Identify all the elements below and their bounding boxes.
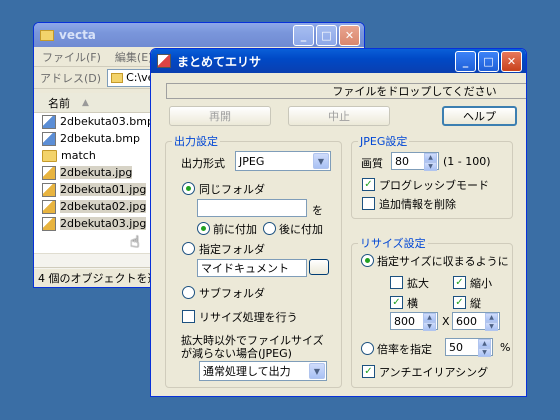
enlarge-label: 拡大 <box>407 277 429 290</box>
sort-arrow-icon: ▲ <box>82 97 89 108</box>
jpg-file-icon <box>42 199 56 214</box>
list-item[interactable]: 2dbekuta.jpg <box>34 164 154 181</box>
height-checkbox[interactable]: ✓ <box>453 296 466 309</box>
suffix-input[interactable] <box>197 199 307 217</box>
height-spinner[interactable]: ▲ ▼ <box>485 313 498 331</box>
width-checkbox[interactable]: ✓ <box>390 296 403 309</box>
explorer-titlebar[interactable]: vecta _ □ ✕ <box>34 23 364 47</box>
resize-process-checkbox[interactable] <box>182 310 195 323</box>
list-item[interactable]: 2dbekuta02.jpg <box>34 198 154 215</box>
scale-spinner[interactable]: ▲ ▼ <box>478 339 491 357</box>
list-item[interactable]: 2dbekuta.bmp <box>34 130 154 147</box>
chevron-down-icon: ▼ <box>313 153 329 169</box>
antialias-label: アンチエイリアシング <box>379 366 489 379</box>
same-folder-radio[interactable] <box>182 182 195 195</box>
list-item[interactable]: 2dbekuta03.jpg <box>34 215 154 232</box>
subfolder-label: サブフォルダ <box>199 287 265 300</box>
column-header-name[interactable]: 名前 ▲ <box>34 93 154 113</box>
list-item[interactable]: 2dbekuta01.jpg <box>34 181 154 198</box>
browse-button[interactable] <box>309 259 329 275</box>
fit-size-label: 指定サイズに収まるように <box>377 255 509 268</box>
progressive-label: プログレッシブモード <box>379 179 489 192</box>
format-label: 出力形式 <box>181 157 225 170</box>
resize-settings-legend: リサイズ設定 <box>360 237 426 250</box>
bmp-file-icon <box>42 114 56 129</box>
menu-file[interactable]: ファイル(F) <box>42 49 101 65</box>
hand-cursor-icon: ☝ <box>130 232 140 251</box>
folder-icon <box>42 149 57 162</box>
folder-icon <box>40 29 54 41</box>
jpeg-settings-legend: JPEG設定 <box>360 135 408 148</box>
scale-label: 倍率を指定 <box>377 343 432 356</box>
quality-range: (1 - 100) <box>443 155 491 168</box>
specified-folder-radio[interactable] <box>182 242 195 255</box>
quality-label: 画質 <box>361 157 383 170</box>
close-button[interactable]: ✕ <box>339 25 360 46</box>
menu-edit[interactable]: 編集(E) <box>115 49 153 65</box>
jpg-file-icon <box>42 182 56 197</box>
explorer-title: vecta <box>59 28 96 42</box>
fit-size-radio[interactable] <box>361 254 374 267</box>
format-select[interactable]: JPEG ▼ <box>235 151 331 171</box>
width-label: 横 <box>407 297 418 310</box>
maximize-button[interactable]: □ <box>478 51 499 72</box>
shrink-checkbox[interactable]: ✓ <box>453 276 466 289</box>
list-item[interactable]: match <box>34 147 154 164</box>
width-spinner[interactable]: ▲ ▼ <box>423 313 436 331</box>
suffix-label: を <box>312 204 323 217</box>
height-label: 縦 <box>470 297 481 310</box>
remove-info-label: 追加情報を削除 <box>379 198 456 211</box>
note-line2: が減らない場合(JPEG) <box>181 347 292 360</box>
close-button[interactable]: ✕ <box>501 51 522 72</box>
maximize-button[interactable]: □ <box>316 25 337 46</box>
same-folder-label: 同じフォルダ <box>199 183 265 196</box>
app-icon <box>157 54 171 68</box>
progressive-checkbox[interactable]: ✓ <box>362 178 375 191</box>
jpg-file-icon <box>42 165 56 180</box>
minimize-button[interactable]: _ <box>293 25 314 46</box>
folder-icon <box>111 72 124 83</box>
postfix-radio[interactable] <box>263 222 276 235</box>
width-input[interactable]: 800 ▲ ▼ <box>390 312 438 331</box>
resize-process-label: リサイズ処理を行う <box>199 311 298 324</box>
resume-button[interactable]: 再開 <box>169 106 271 126</box>
antialias-checkbox[interactable]: ✓ <box>362 365 375 378</box>
enlarge-checkbox[interactable] <box>390 276 403 289</box>
bmp-file-icon <box>42 131 56 146</box>
stop-button[interactable]: 中止 <box>288 106 390 126</box>
remove-info-checkbox[interactable] <box>362 197 375 210</box>
scale-radio[interactable] <box>361 342 374 355</box>
minimize-button[interactable]: _ <box>455 51 476 72</box>
folder-input[interactable]: マイドキュメント <box>197 259 307 277</box>
output-settings-legend: 出力設定 <box>174 135 218 148</box>
height-input[interactable]: 600 ▲ ▼ <box>452 312 500 331</box>
erisa-dialog: まとめてエリサ _ □ ✕ ファイルをドロップしてください 再開 中止 ヘルプ … <box>150 48 527 397</box>
chevron-down-icon: ▼ <box>309 363 325 379</box>
times-label: X <box>442 315 450 328</box>
prefix-label: 前に付加 <box>213 223 257 236</box>
list-item[interactable]: 2dbekuta03.bmp <box>34 113 154 130</box>
help-button[interactable]: ヘルプ <box>442 106 517 126</box>
specified-folder-label: 指定フォルダ <box>199 243 265 256</box>
jpg-file-icon <box>42 216 56 231</box>
postfix-label: 後に付加 <box>279 223 323 236</box>
prefix-radio[interactable] <box>197 222 210 235</box>
address-label: アドレス(D) <box>40 71 102 85</box>
subfolder-radio[interactable] <box>182 286 195 299</box>
quality-spinner[interactable]: ▲ ▼ <box>424 153 437 171</box>
dialog-titlebar[interactable]: まとめてエリサ _ □ ✕ <box>151 49 526 73</box>
dialog-title: まとめてエリサ <box>177 54 262 69</box>
percent-label: % <box>500 341 511 354</box>
small-file-action-select[interactable]: 通常処理して出力 ▼ <box>199 361 327 381</box>
scale-input[interactable]: 50 ▲ ▼ <box>445 338 493 357</box>
drop-zone[interactable]: ファイルをドロップしてください <box>166 83 526 99</box>
shrink-label: 縮小 <box>470 277 492 290</box>
quality-input[interactable]: 80 ▲ ▼ <box>391 152 439 171</box>
